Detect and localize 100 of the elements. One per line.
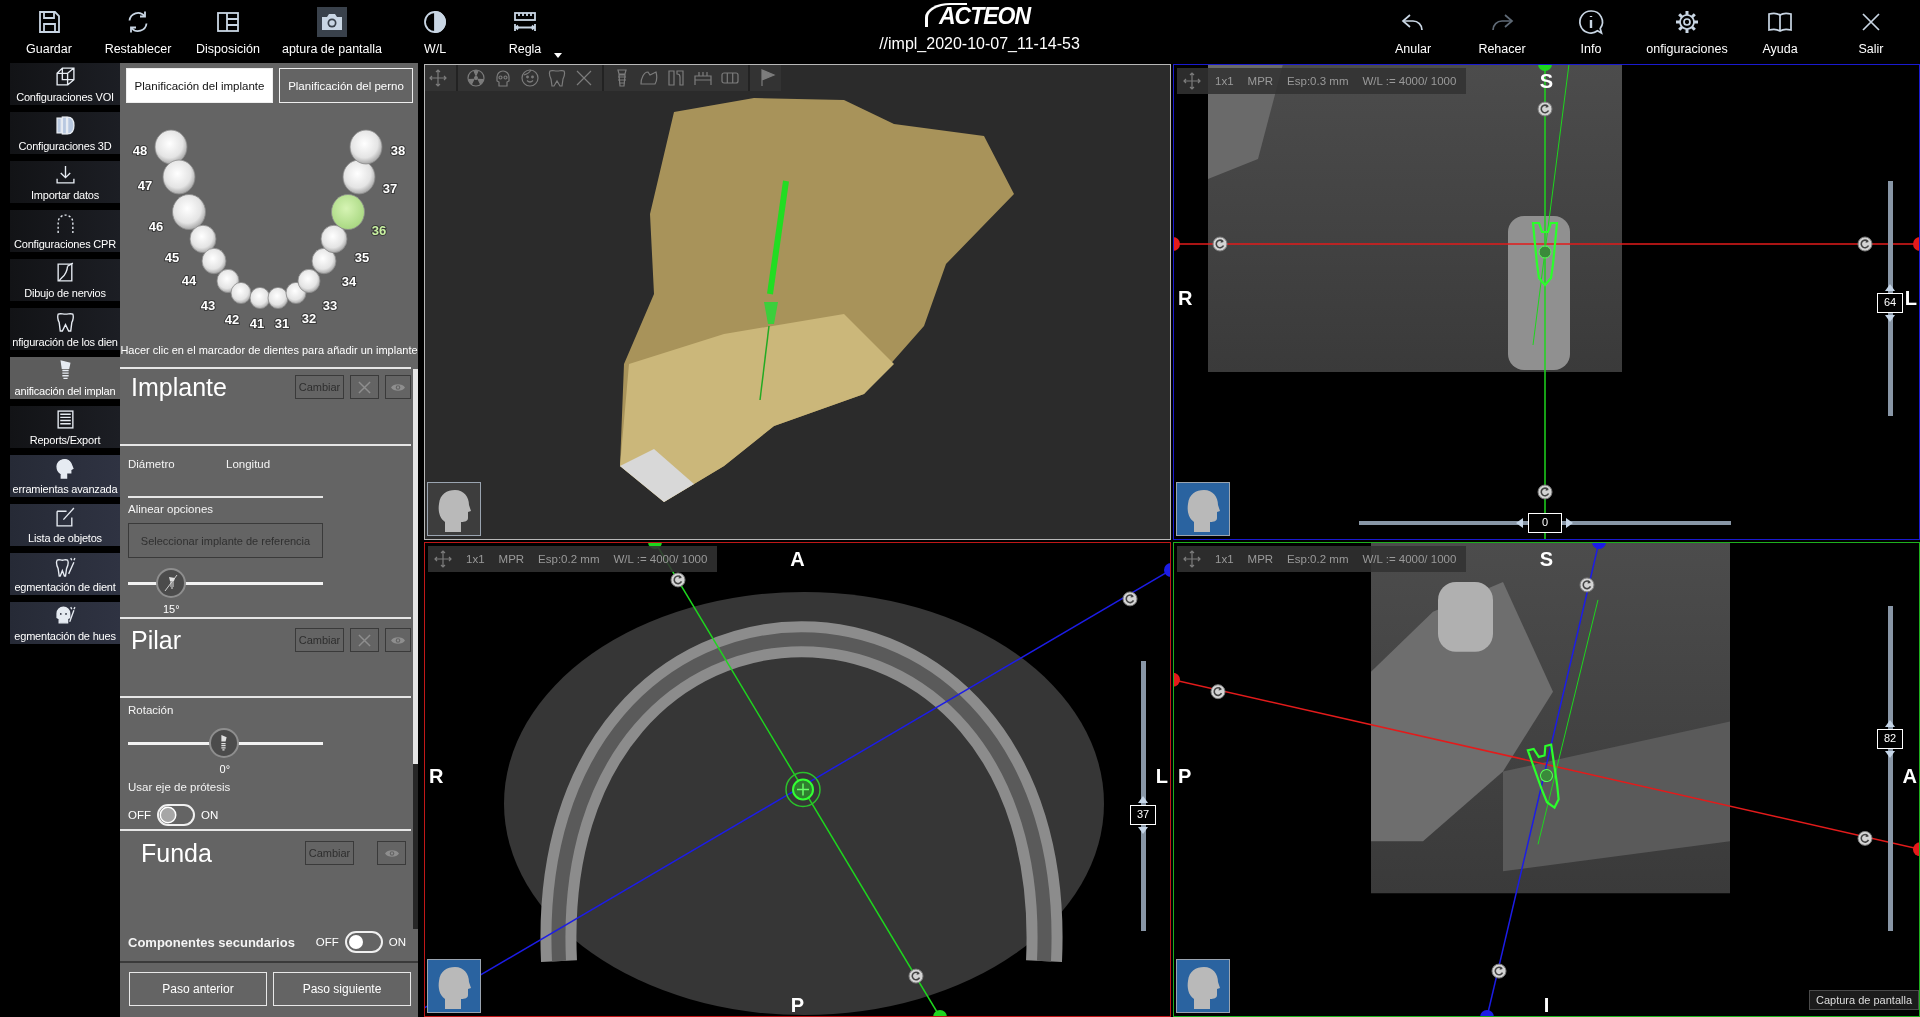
arrow-down-icon[interactable] — [1885, 751, 1895, 759]
crowns-icon[interactable] — [721, 69, 739, 87]
sidebar-item[interactable]: Dibujo de nervios — [10, 259, 120, 301]
tooth-marker[interactable] — [249, 287, 271, 309]
toolbar-button[interactable]: Guardar — [4, 0, 94, 62]
head-thumbnail[interactable] — [1176, 482, 1230, 536]
slider-thumb[interactable]: 64 — [1877, 293, 1903, 314]
arrow-left-icon[interactable] — [1516, 518, 1523, 528]
sidebar-item[interactable]: nfiguración de los dien — [10, 308, 120, 350]
arrow-up-icon[interactable] — [1138, 795, 1148, 803]
tab[interactable]: Planificación del implante — [126, 68, 273, 103]
move-icon[interactable] — [1183, 550, 1201, 568]
toolbar-button[interactable]: Anular — [1368, 0, 1458, 62]
arrow-up-icon[interactable] — [1885, 720, 1895, 728]
tooth-marker[interactable] — [216, 268, 240, 294]
tooth-icon[interactable] — [548, 69, 566, 87]
rotate-handle-icon[interactable] — [670, 572, 686, 588]
face-icon[interactable] — [521, 69, 539, 87]
toolbar-button[interactable]: Ayuda — [1738, 0, 1822, 62]
arrow-right-icon[interactable] — [1566, 518, 1573, 528]
pillars-icon[interactable] — [667, 69, 685, 87]
rotate-handle-icon[interactable] — [1491, 963, 1507, 979]
toolbar-button[interactable]: onfiguraciones — [1636, 0, 1738, 62]
plane-marker-icon[interactable] — [1173, 672, 1180, 687]
rotate-handle-icon[interactable] — [1122, 591, 1138, 607]
tooth-marker[interactable] — [349, 129, 383, 165]
move-icon[interactable] — [429, 69, 447, 87]
plane-marker-icon[interactable] — [1913, 842, 1920, 857]
slice-slider[interactable]: 64 — [1877, 181, 1903, 416]
toggle-switch[interactable] — [344, 931, 383, 953]
tooth-marker[interactable] — [154, 129, 188, 165]
tooth-marker[interactable] — [201, 247, 227, 275]
tooth-marker[interactable] — [331, 194, 365, 230]
flag-icon[interactable] — [759, 69, 777, 87]
sidebar-item[interactable]: Lista de objetos — [10, 504, 120, 546]
sidebar-item[interactable]: egmentación de dient — [10, 553, 120, 595]
plane-marker-icon[interactable] — [1480, 1010, 1494, 1017]
tooth-marker[interactable] — [230, 282, 252, 304]
tooth-marker[interactable] — [267, 287, 289, 309]
radiation-icon[interactable] — [467, 69, 485, 87]
sidebar-item[interactable]: Configuraciones VOI — [10, 63, 120, 105]
rotate-handle-icon[interactable] — [1857, 830, 1873, 846]
tooth-marker[interactable] — [342, 159, 376, 195]
move-icon[interactable] — [1183, 72, 1201, 90]
slice-slider[interactable]: 82 — [1877, 606, 1903, 931]
rotate-handle-icon[interactable] — [1579, 577, 1595, 593]
sidebar-item[interactable]: Reports/Export — [10, 406, 120, 448]
plane-marker-icon[interactable] — [1164, 562, 1171, 577]
tab[interactable]: Planificación del perno — [279, 68, 413, 103]
sidebar-item[interactable]: Configuraciones 3D — [10, 112, 120, 154]
rotate-handle-icon[interactable] — [1210, 684, 1226, 700]
rotate-handle-icon[interactable] — [908, 968, 924, 984]
sidebar-item[interactable]: Configuraciones CPR — [10, 210, 120, 252]
tooth-marker[interactable] — [311, 247, 337, 275]
jaw-icon[interactable] — [640, 69, 658, 87]
tooth-marker[interactable] — [285, 282, 307, 304]
slider-thumb[interactable]: 82 — [1877, 729, 1903, 750]
scrollbar[interactable] — [413, 369, 418, 929]
step-button[interactable]: Paso anterior — [129, 972, 267, 1006]
close-icon[interactable] — [575, 69, 593, 87]
toolbar-button[interactable]: Info — [1546, 0, 1636, 62]
sidebar-item[interactable]: anificación del implan — [10, 357, 120, 399]
toolbar-button[interactable]: Disposición — [182, 0, 274, 62]
head-thumbnail[interactable] — [1176, 959, 1230, 1013]
head-thumbnail[interactable] — [427, 959, 481, 1013]
toolbar-button[interactable]: Salir — [1822, 0, 1920, 62]
arrow-down-icon[interactable] — [1138, 826, 1148, 834]
plane-marker-icon[interactable] — [933, 1010, 947, 1017]
plane-marker-icon[interactable] — [1538, 64, 1552, 71]
slider-thumb[interactable]: 0 — [1528, 513, 1562, 533]
scrollbar-thumb[interactable] — [413, 369, 418, 764]
toolbar-button[interactable]: Restablecer — [94, 0, 182, 62]
toolbar-button[interactable]: W/L — [390, 0, 480, 62]
slider-thumb[interactable] — [155, 568, 186, 598]
sidebar-item[interactable]: egmentación de hues — [10, 602, 120, 644]
tooth-marker[interactable] — [162, 159, 196, 195]
tooth-marker[interactable] — [320, 224, 348, 254]
tooth-marker[interactable] — [172, 194, 206, 230]
slice-slider[interactable]: 37 — [1130, 661, 1156, 931]
offset-slider[interactable]: 0 — [1359, 513, 1731, 533]
head-thumbnail[interactable] — [427, 482, 481, 536]
sidebar-item[interactable]: Importar datos — [10, 161, 120, 203]
tooth-marker[interactable] — [189, 224, 217, 254]
rotate-handle-icon[interactable] — [1857, 236, 1873, 252]
sidebar-item[interactable]: erramientas avanzada — [10, 455, 120, 497]
arrow-up-icon[interactable] — [1885, 284, 1895, 292]
move-icon[interactable] — [434, 550, 452, 568]
slider-thumb[interactable] — [208, 728, 239, 758]
rotate-handle-icon[interactable] — [1212, 236, 1228, 252]
skull-icon[interactable] — [494, 69, 512, 87]
plane-marker-icon[interactable] — [1592, 542, 1606, 549]
toolbar-button[interactable]: aptura de pantalla — [274, 0, 390, 62]
rotate-handle-icon[interactable] — [1537, 484, 1553, 500]
slider-thumb[interactable]: 37 — [1130, 804, 1156, 825]
tooth-marker[interactable] — [297, 268, 321, 294]
plane-marker-icon[interactable] — [1913, 237, 1920, 251]
plane-marker-icon[interactable] — [1173, 237, 1180, 251]
toolbar-button[interactable]: Regla — [480, 0, 570, 62]
arrow-down-icon[interactable] — [1885, 315, 1895, 323]
step-button[interactable]: Paso siguiente — [273, 972, 411, 1006]
